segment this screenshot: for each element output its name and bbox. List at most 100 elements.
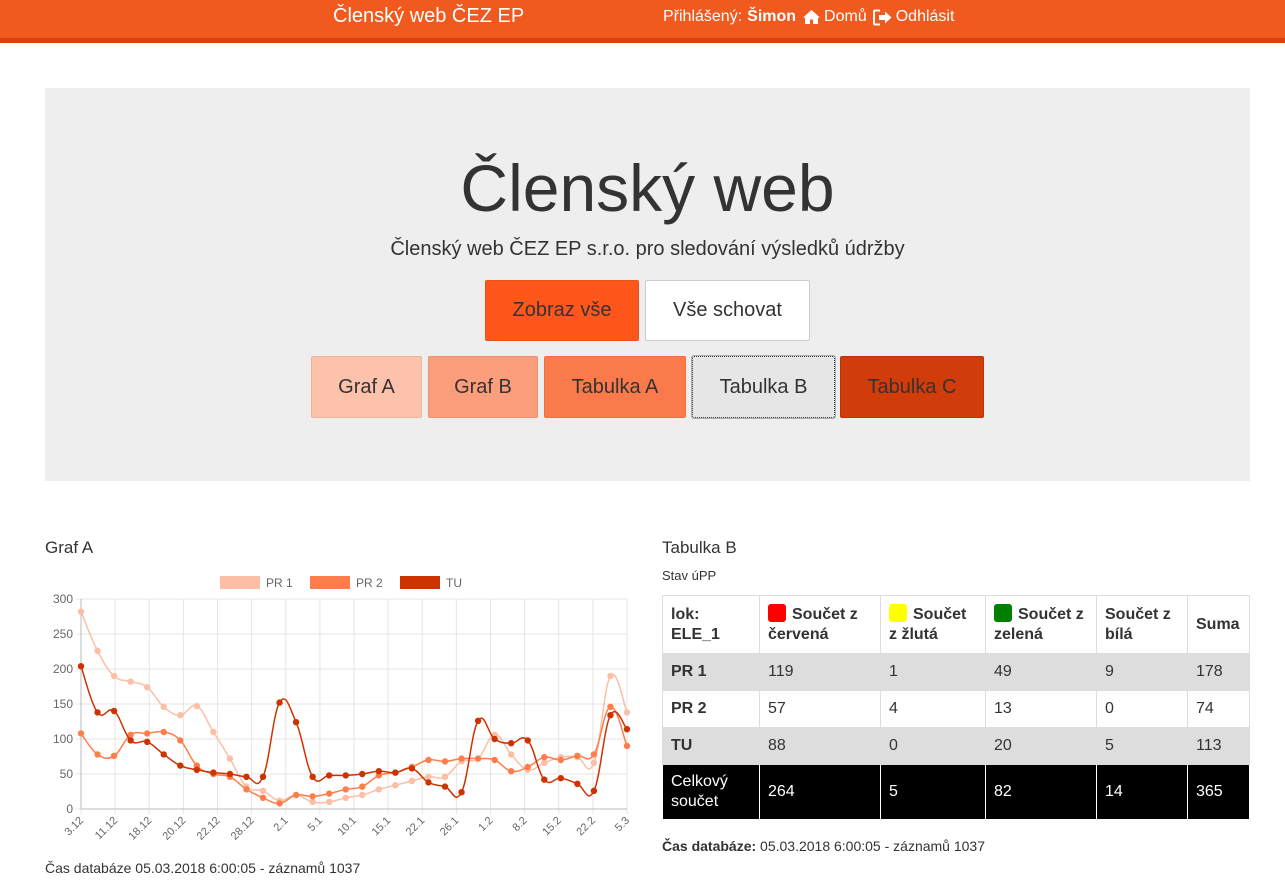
data-point (524, 763, 531, 771)
table-header-row: lok: ELE_1 Součet z červená Součet z žlu… (662, 595, 1250, 654)
data-point (408, 777, 416, 785)
table-cell: 0 (880, 727, 986, 765)
x-tick-label: 11.12 (93, 815, 120, 842)
y-tick-label: 150 (53, 697, 73, 711)
x-tick-label: 22.1 (404, 815, 428, 839)
navbar-brand[interactable]: Členský web ČEZ EP (333, 5, 524, 28)
data-point (607, 703, 614, 710)
x-tick-label: 1.2 (476, 815, 495, 834)
data-point (143, 730, 151, 737)
data-point (292, 791, 300, 799)
data-point (507, 740, 515, 747)
data-point (243, 786, 250, 793)
x-tick-label: 15.1 (370, 815, 394, 839)
data-point (177, 762, 184, 769)
data-point (309, 798, 316, 806)
x-tick-label: 10.1 (335, 815, 359, 839)
data-point (342, 786, 349, 793)
table-cell: 178 (1187, 653, 1250, 691)
data-point (441, 758, 449, 765)
x-tick-label: 20.12 (161, 815, 189, 843)
data-point (359, 770, 366, 778)
data-point (557, 756, 565, 764)
row-label: PR 2 (662, 690, 760, 728)
data-point (292, 719, 300, 726)
tabulka-b-footer-value: 05.03.2018 6:00:05 - záznamů 1037 (760, 838, 985, 854)
green-swatch-icon (994, 604, 1012, 622)
data-point (425, 773, 432, 780)
data-point (259, 794, 267, 801)
data-point (325, 790, 333, 797)
data-point (491, 756, 498, 764)
data-point (375, 786, 383, 793)
table-cell: 57 (759, 690, 881, 728)
data-point (259, 773, 267, 780)
legend-label: TU (446, 576, 462, 590)
data-point (325, 798, 333, 806)
data-point (110, 672, 118, 680)
tabulka-b-subtitle: Stav úPP (662, 568, 717, 583)
data-point (110, 707, 118, 715)
data-point (375, 768, 383, 775)
data-point (259, 787, 267, 794)
table-cell: 365 (1187, 764, 1250, 820)
x-tick-label: 5.1 (306, 815, 325, 834)
hero-title: Členský web (460, 151, 835, 225)
table-header-cell: Součet z žlutá (880, 595, 986, 654)
legend-swatch (400, 576, 440, 589)
data-point (160, 728, 167, 736)
x-tick-label: 2.1 (272, 815, 291, 834)
data-point (507, 768, 515, 775)
data-point (458, 755, 465, 762)
legend-swatch (310, 576, 350, 589)
top-navbar: Členský web ČEZ EP Přihlášený: Šimon Dom… (0, 0, 1285, 43)
data-point (574, 752, 581, 759)
graf-b-button[interactable]: Graf B (428, 356, 538, 418)
show-all-button[interactable]: Zobraz vše (485, 280, 639, 341)
logout-link[interactable]: Odhlásit (872, 8, 955, 26)
data-point (607, 672, 614, 680)
data-point (590, 787, 598, 794)
data-point (177, 712, 184, 719)
data-point (309, 793, 316, 800)
data-point (94, 647, 101, 654)
red-swatch-icon (768, 604, 786, 622)
hide-all-button[interactable]: Vše schovat (645, 280, 810, 341)
tabulka-c-button[interactable]: Tabulka C (840, 356, 984, 418)
legend-label: PR 1 (266, 576, 293, 590)
data-point (541, 759, 548, 766)
table-cell: 1 (880, 653, 986, 691)
data-point (127, 737, 134, 744)
data-point (160, 751, 167, 758)
data-point (474, 755, 482, 762)
data-point (77, 730, 85, 737)
tabulka-b-footer: Čas databáze: 05.03.2018 6:00:05 - zázna… (662, 838, 985, 854)
data-point (590, 751, 598, 758)
row-label: PR 1 (662, 653, 760, 691)
logout-link-label: Odhlásit (895, 8, 955, 25)
table-cell: 13 (985, 690, 1097, 728)
graf-a-title: Graf A (45, 538, 94, 557)
data-point (143, 738, 151, 745)
tabulka-a-button[interactable]: Tabulka A (544, 356, 686, 418)
data-point (226, 755, 234, 762)
data-point (193, 766, 201, 773)
data-point (177, 737, 184, 744)
data-point (226, 770, 234, 778)
table-cell: 82 (985, 764, 1097, 820)
graf-a-button[interactable]: Graf A (311, 356, 422, 418)
home-link[interactable]: Domů (802, 8, 867, 26)
x-tick-label: 15.2 (540, 815, 564, 839)
table-header-cell: Součet z červená (759, 595, 881, 654)
data-point (491, 735, 498, 743)
data-point (94, 751, 101, 758)
data-point (210, 769, 217, 776)
x-tick-label: 18.12 (126, 815, 154, 843)
data-point (392, 769, 399, 776)
total-label: Celkový součet (662, 764, 760, 820)
x-tick-label: 28.12 (229, 815, 257, 843)
x-tick-label: 26.1 (438, 815, 462, 839)
data-point (574, 780, 581, 787)
home-link-label: Domů (824, 8, 867, 25)
tabulka-b-button[interactable]: Tabulka B (691, 355, 836, 419)
